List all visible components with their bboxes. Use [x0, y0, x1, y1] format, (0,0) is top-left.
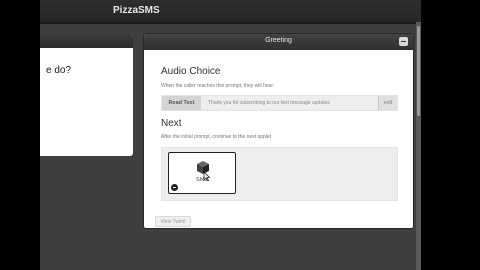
next-title: Next [161, 118, 182, 129]
audio-choice-title: Audio Choice [161, 66, 221, 77]
greeting-applet-panel: Greeting Audio Choice When the caller re… [143, 33, 414, 229]
vertical-scrollbar[interactable] [416, 22, 421, 270]
next-applet-dropzone[interactable]: SMS [161, 147, 398, 201]
previous-applet-text: e do? [46, 65, 72, 76]
audio-prompt-field[interactable]: Read Text Thank you for subscribing to o… [161, 95, 398, 111]
panel-title: Greeting [265, 37, 292, 44]
scrollbar-thumb[interactable] [417, 26, 420, 116]
next-description: After the initial prompt, continue to th… [161, 134, 272, 140]
panel-header: Greeting [144, 34, 413, 50]
remove-icon[interactable] [171, 184, 178, 191]
previous-applet-card[interactable]: e do? [40, 34, 133, 156]
edit-link[interactable]: edit [378, 96, 397, 110]
read-text-button[interactable]: Read Text [162, 96, 201, 110]
cursor-icon [203, 172, 210, 181]
app-header: PizzaSMS [40, 0, 421, 22]
prompt-text: Thank you for subscribing to our text me… [208, 100, 330, 106]
app-title: PizzaSMS [113, 5, 160, 16]
view-twiml-button[interactable]: View Twiml [155, 216, 191, 227]
sms-applet-label: SMS [196, 177, 208, 183]
header-divider [40, 22, 421, 24]
collapse-icon[interactable] [399, 37, 408, 46]
app-canvas: PizzaSMS e do? Greeting Audio Choice Whe… [40, 0, 421, 270]
sms-applet-tile[interactable]: SMS [168, 152, 236, 194]
audio-choice-description: When the caller reaches this prompt, the… [161, 83, 275, 89]
previous-applet-header [40, 34, 133, 48]
